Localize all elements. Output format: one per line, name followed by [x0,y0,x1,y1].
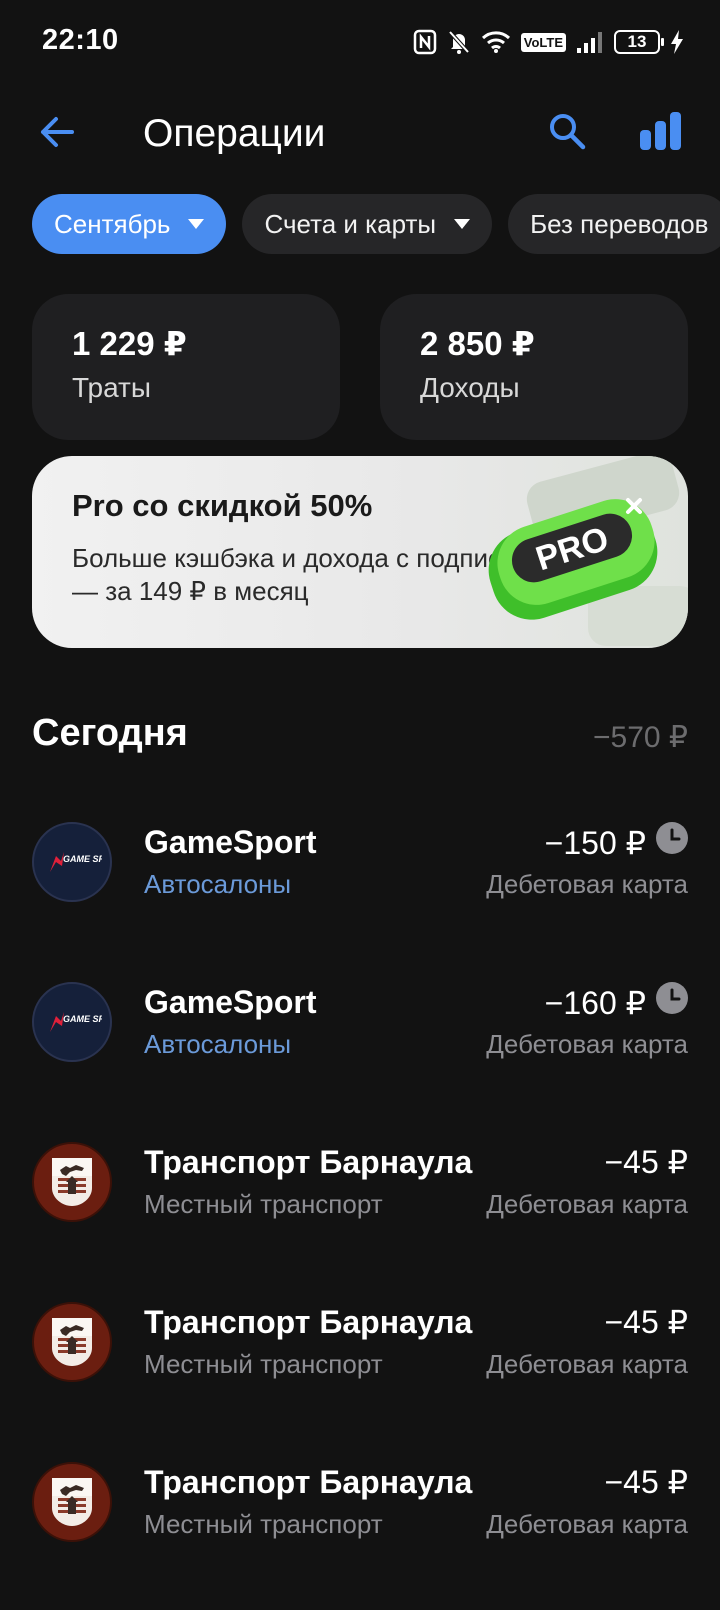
barnaul-coat-of-arms-logo [32,1302,112,1382]
operation-amount: −45 ₽ [604,1144,688,1180]
operation-source: Дебетовая карта [486,1349,688,1379]
income-amount: 2 850 ₽ [420,325,535,362]
promo-title: Pro со скидкой 50% [72,488,373,523]
gamesport-logo-text: GAME SPORT [63,1014,102,1024]
status-icons: VoLTE 13 [413,26,684,58]
spend-summary-card[interactable]: 1 229 ₽ Траты [32,294,340,440]
statistics-button[interactable] [634,106,688,160]
page-title: Операции [143,112,326,155]
search-icon [548,112,586,155]
pro-badge-illustration: PRO [488,456,688,646]
operation-name: GameSport [144,984,317,1020]
operation-amount: −150 ₽ [544,824,646,861]
operation-amount-wrap: −160 ₽ [545,982,688,1023]
signal-icon [576,30,604,54]
filter-chips: Сентябрь Счета и карты Без переводов [32,194,720,254]
caret-down-icon [454,219,471,229]
volte-badge: VoLTE [520,32,566,52]
filter-no-transfers-chip[interactable]: Без переводов [508,194,720,254]
operation-category: Местный транспорт [144,1509,383,1539]
pending-clock-icon [656,822,688,863]
caret-down-icon [188,219,205,229]
operation-source: Дебетовая карта [486,1189,688,1219]
operation-amount: −45 ₽ [604,1304,688,1340]
pending-clock-icon [656,982,688,1023]
operation-category: Местный транспорт [144,1189,383,1219]
operation-amount: −160 ₽ [544,984,646,1021]
operation-row[interactable]: Транспорт Барнаула Местный транспорт −45… [0,1302,720,1412]
filter-accounts-chip[interactable]: Счета и карты [242,194,493,254]
battery-icon: 13 [614,30,664,54]
gamesport-logo-text: GAME SPORT [63,854,102,864]
section-total: −570 ₽ [593,721,688,754]
income-summary-card[interactable]: 2 850 ₽ Доходы [380,294,688,440]
spend-amount: 1 229 ₽ [72,325,187,362]
top-app-bar: Операции [0,96,720,168]
charging-icon [670,29,684,55]
bar-chart-icon [639,111,683,156]
nfc-icon [413,29,437,55]
operation-name: Транспорт Барнаула [144,1144,473,1180]
operation-amount-wrap: −45 ₽ [604,1462,688,1502]
operation-amount-wrap: −45 ₽ [604,1302,688,1342]
back-button[interactable] [30,108,82,160]
filter-label: Счета и карты [264,208,437,239]
operation-name: Транспорт Барнаула [144,1464,473,1500]
filter-month-chip[interactable]: Сентябрь [32,194,227,254]
operation-amount-wrap: −150 ₽ [545,822,688,863]
operation-row[interactable]: Транспорт Барнаула Местный транспорт −45… [0,1142,720,1252]
operation-source: Дебетовая карта [486,869,688,899]
status-time: 22:10 [42,24,119,56]
pro-promo-banner[interactable]: Pro со скидкой 50% Больше кэшбэка и дохо… [32,456,688,648]
operation-source: Дебетовая карта [486,1029,688,1059]
operation-category: Местный транспорт [144,1349,383,1379]
operation-name: Транспорт Барнаула [144,1304,473,1340]
gamesport-logo: GAME SPORT [32,982,112,1062]
bell-off-icon [447,29,471,55]
operation-name: GameSport [144,824,317,860]
barnaul-coat-of-arms-logo [32,1142,112,1222]
operation-amount: −45 ₽ [604,1464,688,1500]
search-button[interactable] [540,106,594,160]
operation-category: Автосалоны [144,1029,292,1059]
operation-source: Дебетовая карта [486,1509,688,1539]
operation-amount-wrap: −45 ₽ [604,1142,688,1182]
operation-row[interactable]: Транспорт Барнаула Местный транспорт −45… [0,1462,720,1572]
arrow-left-icon [38,116,74,153]
income-label: Доходы [420,372,520,403]
operation-category: Автосалоны [144,869,292,899]
operation-row[interactable]: GAME SPORT GameSport Автосалоны −160 ₽ Д… [0,982,720,1092]
status-bar: 22:10 VoLTE 13 [0,0,720,84]
operation-row[interactable]: GAME SPORT GameSport Автосалоны −150 ₽ Д… [0,822,720,932]
barnaul-coat-of-arms-logo [32,1462,112,1542]
battery-level: 13 [627,32,647,51]
spend-label: Траты [72,372,152,403]
section-title-today: Сегодня [32,712,188,754]
gamesport-logo: GAME SPORT [32,822,112,902]
wifi-icon [481,30,511,54]
filter-label: Сентябрь [54,208,171,239]
filter-label: Без переводов [530,208,709,239]
